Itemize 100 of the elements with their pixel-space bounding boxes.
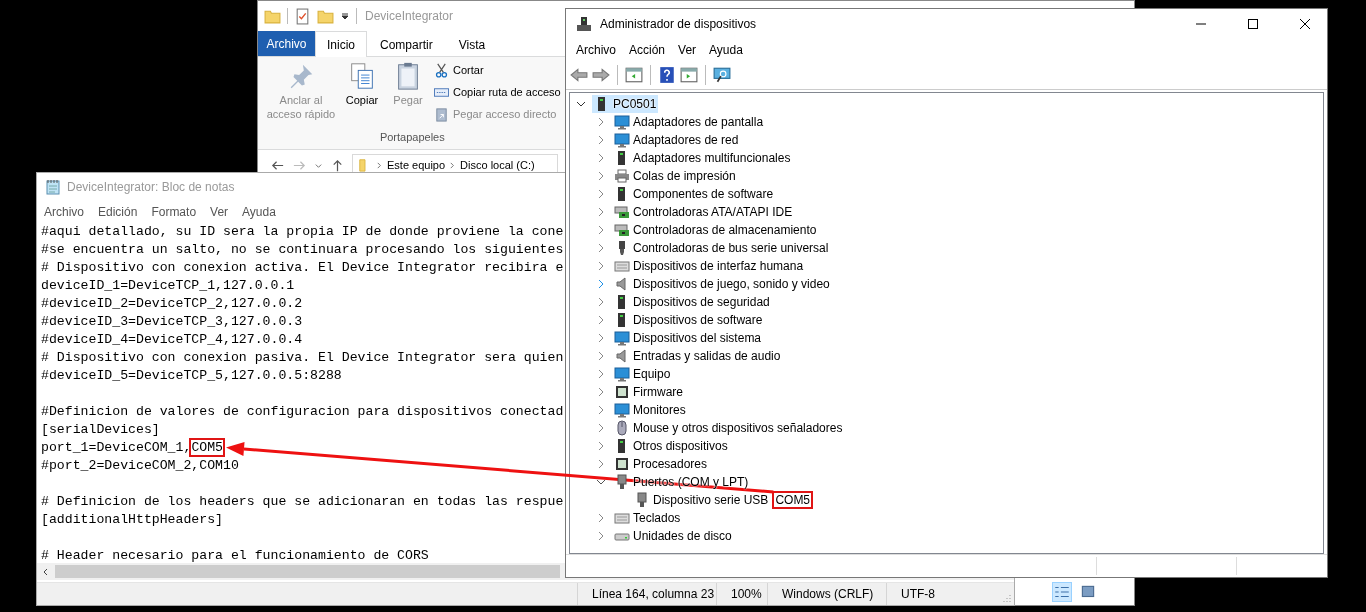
tree-item[interactable]: Dispositivo serie USB (632, 491, 771, 509)
chevron-right-icon[interactable] (596, 297, 606, 307)
tree-item[interactable]: Adaptadores de pantalla (612, 113, 766, 131)
breadcrumb-item[interactable]: Disco local (C:) (460, 159, 535, 171)
code-line: #deviceID_4=DeviceTCP_4,127.0.0.4 (41, 331, 303, 349)
tree-item[interactable]: Controladoras ATA/ATAPI IDE (612, 203, 795, 221)
tree-item[interactable]: Entradas y salidas de audio (612, 347, 783, 365)
chevron-right-icon[interactable] (596, 387, 606, 397)
ribbon-tab[interactable]: Vista (445, 31, 499, 57)
shortcut-icon (434, 106, 449, 122)
chevron-right-icon[interactable] (596, 513, 606, 523)
chevron-down-icon[interactable] (576, 99, 586, 109)
status-text: 100% (716, 583, 767, 605)
chevron-right-icon[interactable] (596, 261, 606, 271)
menu-item[interactable]: Ayuda (709, 43, 743, 57)
file-tab[interactable]: Archivo (258, 31, 315, 56)
back-icon[interactable] (570, 66, 588, 84)
tree-item[interactable]: Controladoras de bus serie universal (612, 239, 831, 257)
forward-icon[interactable] (592, 66, 610, 84)
chevron-right-icon[interactable] (596, 441, 606, 451)
chevron-right-icon[interactable] (596, 117, 606, 127)
chevron-right-icon[interactable] (596, 207, 606, 217)
menu-item[interactable]: Ver (678, 43, 697, 57)
monitor-icon (614, 132, 630, 148)
code-line: #Definicion de valores de configuracion para dispositivos conectad (41, 403, 564, 421)
chevron-right-icon[interactable] (596, 405, 606, 415)
details-view-icon[interactable] (1052, 582, 1072, 602)
chevron-right-icon[interactable] (596, 369, 606, 379)
ribbon-button[interactable]: Copiar (340, 61, 384, 129)
menu-item[interactable]: Ayuda (242, 205, 276, 219)
tree-item[interactable]: Equipo (612, 365, 673, 383)
resize-grip-icon[interactable] (1002, 593, 1012, 603)
tree-item[interactable]: PC0501 (592, 95, 659, 113)
tree-item[interactable]: Dispositivos de interfaz humana (612, 257, 806, 275)
window-title: DeviceIntegrator: Bloc de notas (67, 180, 235, 194)
scrollbar-thumb[interactable] (55, 565, 560, 578)
code-line: #deviceID_3=DeviceTCP_3,127.0.0.3 (41, 313, 303, 331)
chevron-right-icon[interactable] (596, 315, 606, 325)
tree-item[interactable]: Dispositivos de seguridad (612, 293, 772, 311)
monitor-scan-icon[interactable] (713, 66, 731, 84)
properties-panel-icon[interactable] (625, 66, 643, 84)
menu-item[interactable]: Archivo (576, 43, 616, 57)
chevron-right-icon[interactable] (596, 189, 606, 199)
chevron-down-icon[interactable] (596, 477, 606, 487)
code-line: deviceID_1=DeviceTCP_1,127.0.0.1 (41, 277, 295, 295)
chip-icon (614, 456, 630, 472)
tree-item[interactable]: Dispositivos de software (612, 311, 765, 329)
chevron-right-icon[interactable] (596, 351, 606, 361)
tree-item[interactable]: Otros dispositivos (612, 437, 730, 455)
tree-item[interactable]: Componentes de software (612, 185, 776, 203)
chevron-right-icon[interactable] (596, 171, 606, 181)
chevron-right-icon[interactable] (596, 333, 606, 343)
code-line: #deviceID_2=DeviceTCP_2,127.0.0.2 (41, 295, 303, 313)
circuit-board-icon (614, 204, 630, 220)
chevron-right-icon[interactable] (596, 243, 606, 253)
menu-item[interactable]: Edición (98, 205, 138, 219)
chevron-right-icon[interactable] (596, 423, 606, 433)
code-line: [serialDevices] (41, 421, 160, 439)
checklist-icon[interactable] (294, 7, 311, 25)
chevron-right-icon[interactable] (596, 153, 606, 163)
menu-item[interactable]: Acción (629, 43, 666, 57)
menu-item[interactable]: Archivo (44, 205, 84, 219)
code-line: port_1=DeviceCOM_1,COM5 (41, 439, 224, 457)
window-title: Administrador de dispositivos (600, 17, 758, 31)
tree-item[interactable]: Monitores (612, 401, 688, 419)
connector-icon (634, 492, 650, 508)
menu-item[interactable]: Ver (210, 205, 229, 219)
dropdown-icon[interactable] (340, 11, 350, 21)
tree-item[interactable]: Colas de impresión (612, 167, 738, 185)
breadcrumb-item[interactable]: Este equipo (387, 159, 446, 171)
ribbon-button[interactable]: Cortar (434, 61, 561, 79)
tree-item[interactable]: Dispositivos de juego, sonido y video (612, 275, 832, 293)
tree-item[interactable]: Adaptadores de red (612, 131, 741, 149)
tree-item[interactable]: Procesadores (612, 455, 710, 473)
ribbon-tab[interactable]: Compartir (367, 31, 446, 57)
tree-item[interactable]: Teclados (612, 509, 683, 527)
monitor-icon (614, 366, 630, 382)
chevron-right-icon (376, 160, 383, 170)
tree-item[interactable]: Unidades de disco (612, 527, 734, 545)
chevron-right-icon[interactable] (596, 279, 606, 289)
tree-item[interactable]: Controladoras de almacenamiento (612, 221, 819, 239)
help-icon[interactable] (658, 66, 676, 84)
menu-item[interactable]: Formato (151, 205, 197, 219)
chevron-right-icon[interactable] (596, 225, 606, 235)
tree-item[interactable]: Mouse y otros dispositivos señaladores (612, 419, 845, 437)
chevron-right-icon[interactable] (596, 531, 606, 541)
connector-icon (614, 474, 630, 490)
chevron-right-icon[interactable] (596, 459, 606, 469)
ribbon-button[interactable]: Copiar ruta de acceso (434, 83, 561, 101)
code-line: #deviceID_5=DeviceTCP_5,127.0.0.5:8288 (41, 367, 342, 385)
keyboard-icon (614, 258, 630, 274)
tree-item[interactable]: Dispositivos del sistema (612, 329, 764, 347)
chevron-right-icon[interactable] (596, 135, 606, 145)
printer-icon (614, 168, 630, 184)
port-label: COM5 (774, 493, 812, 507)
code-line: # Header necesario para el funcionamiento de CORS (41, 547, 429, 563)
panel-icon[interactable] (680, 66, 698, 84)
tree-item[interactable]: Adaptadores multifuncionales (612, 149, 793, 167)
ribbon-tab[interactable]: Inicio (315, 31, 367, 57)
tree-item[interactable]: Firmware (612, 383, 685, 401)
